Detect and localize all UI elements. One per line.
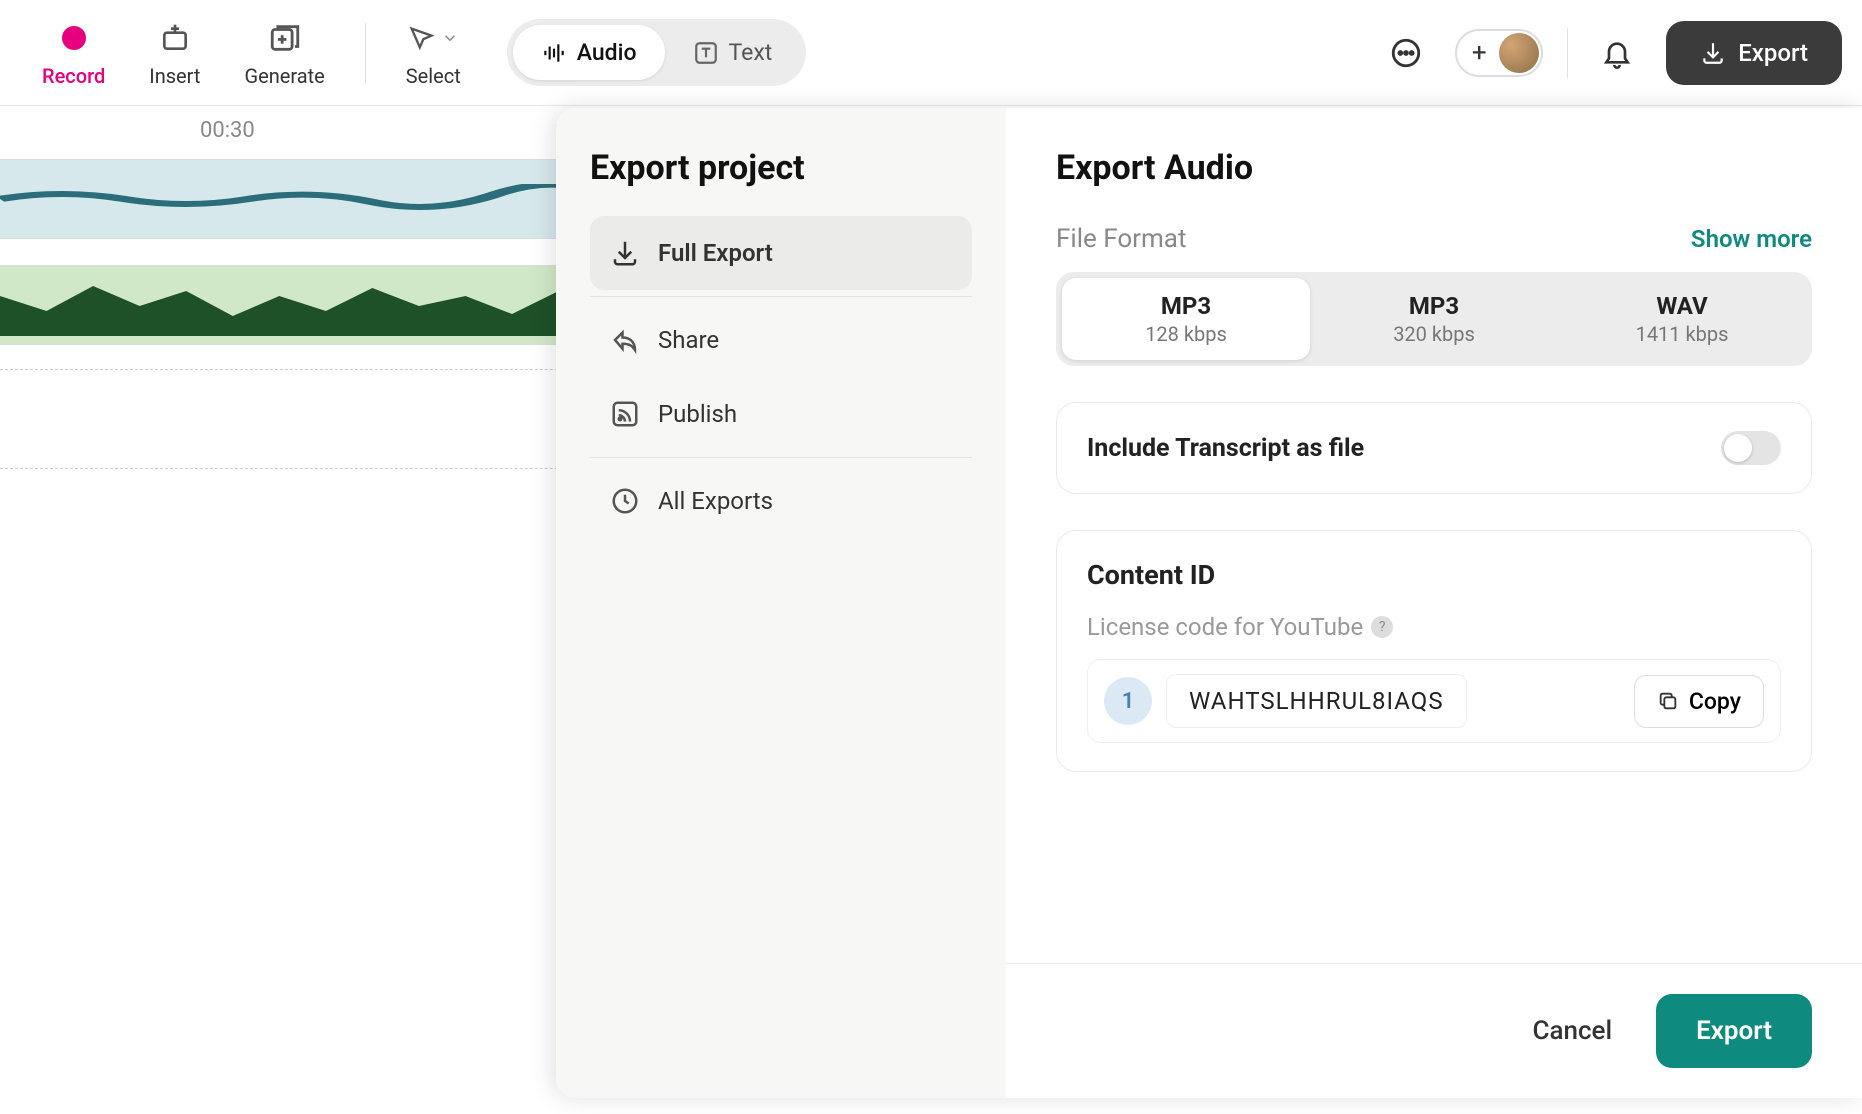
export-audio-title: Export Audio xyxy=(1056,148,1812,188)
format-mp3-128[interactable]: MP3 128 kbps xyxy=(1062,278,1310,360)
export-confirm-button[interactable]: Export xyxy=(1656,994,1812,1068)
file-format-selector: MP3 128 kbps MP3 320 kbps WAV 1411 kbps xyxy=(1056,272,1812,366)
notifications-button[interactable] xyxy=(1592,28,1642,78)
panel-footer: Cancel Export xyxy=(1006,963,1862,1098)
export-button[interactable]: Export xyxy=(1666,21,1842,85)
license-row: 1 WAHTSLHHRUL8IAQS Copy xyxy=(1087,659,1781,743)
audio-waveform-icon xyxy=(541,40,567,66)
show-more-button[interactable]: Show more xyxy=(1691,225,1812,253)
select-label: Select xyxy=(406,64,461,88)
audio-mode-label: Audio xyxy=(577,39,637,66)
license-code: WAHTSLHHRUL8IAQS xyxy=(1166,674,1467,728)
license-index-badge: 1 xyxy=(1104,677,1152,725)
file-format-label: File Format xyxy=(1056,224,1186,254)
export-panel: Export project Full Export Share Publish… xyxy=(556,108,1862,1098)
publish-icon xyxy=(610,399,640,429)
format-rate: 1411 kbps xyxy=(1636,322,1729,346)
format-name: MP3 xyxy=(1161,292,1211,320)
insert-label: Insert xyxy=(149,64,200,88)
export-panel-title: Export project xyxy=(590,148,972,188)
toolbar-right: + Export xyxy=(1381,21,1842,85)
copy-icon xyxy=(1657,690,1679,712)
insert-button[interactable]: Insert xyxy=(127,18,222,88)
nav-all-exports[interactable]: All Exports xyxy=(590,464,972,538)
top-toolbar: Record Insert Generate Select Audio Text xyxy=(0,0,1862,106)
export-panel-sidebar: Export project Full Export Share Publish… xyxy=(556,108,1006,1098)
content-id-title: Content ID xyxy=(1087,559,1781,591)
copy-button-label: Copy xyxy=(1689,688,1741,715)
generate-button[interactable]: Generate xyxy=(222,18,346,88)
history-icon xyxy=(610,486,640,516)
include-transcript-card: Include Transcript as file xyxy=(1056,402,1812,494)
format-name: WAV xyxy=(1656,292,1707,320)
nav-full-export[interactable]: Full Export xyxy=(590,216,972,290)
download-icon xyxy=(610,238,640,268)
bell-icon xyxy=(1601,37,1633,69)
generate-icon xyxy=(268,21,302,55)
add-collaborator-icon: + xyxy=(1459,33,1499,73)
toolbar-divider xyxy=(365,23,366,83)
help-icon[interactable]: ? xyxy=(1371,616,1393,638)
nav-share-label: Share xyxy=(658,326,719,354)
insert-icon xyxy=(159,22,191,54)
nav-separator xyxy=(590,457,972,458)
chat-button[interactable] xyxy=(1381,28,1431,78)
download-icon xyxy=(1700,40,1726,66)
user-avatar xyxy=(1499,33,1539,73)
audio-mode-button[interactable]: Audio xyxy=(513,25,665,80)
format-rate: 128 kbps xyxy=(1145,322,1227,346)
toggle-knob xyxy=(1724,434,1752,462)
text-mode-button[interactable]: Text xyxy=(665,25,801,80)
nav-publish[interactable]: Publish xyxy=(590,377,972,451)
nav-share[interactable]: Share xyxy=(590,303,972,377)
chevron-down-icon xyxy=(441,29,459,47)
share-icon xyxy=(610,325,640,355)
record-label: Record xyxy=(42,64,105,88)
time-mark: 00:30 xyxy=(200,118,255,143)
license-label-text: License code for YouTube xyxy=(1087,613,1363,641)
export-button-label: Export xyxy=(1738,39,1808,67)
include-transcript-toggle[interactable] xyxy=(1721,431,1781,465)
format-mp3-320[interactable]: MP3 320 kbps xyxy=(1310,278,1558,360)
select-button[interactable]: Select xyxy=(384,18,483,88)
collaborators[interactable]: + xyxy=(1455,29,1543,77)
text-mode-label: Text xyxy=(729,39,773,66)
chat-icon xyxy=(1389,36,1423,70)
format-rate: 320 kbps xyxy=(1393,322,1475,346)
nav-all-exports-label: All Exports xyxy=(658,487,773,515)
nav-publish-label: Publish xyxy=(658,400,737,428)
format-name: MP3 xyxy=(1409,292,1459,320)
cancel-button[interactable]: Cancel xyxy=(1519,998,1627,1064)
cursor-icon xyxy=(407,22,435,54)
nav-full-export-label: Full Export xyxy=(658,239,773,267)
export-panel-content: Export Audio File Format Show more MP3 1… xyxy=(1006,108,1862,1098)
text-icon xyxy=(693,40,719,66)
format-wav[interactable]: WAV 1411 kbps xyxy=(1558,278,1806,360)
content-id-card: Content ID License code for YouTube ? 1 … xyxy=(1056,530,1812,772)
generate-label: Generate xyxy=(244,64,324,88)
copy-button[interactable]: Copy xyxy=(1634,675,1764,728)
mode-toggle: Audio Text xyxy=(507,19,807,86)
include-transcript-label: Include Transcript as file xyxy=(1087,434,1364,463)
license-label: License code for YouTube ? xyxy=(1087,613,1781,641)
nav-separator xyxy=(590,296,972,297)
file-format-header: File Format Show more xyxy=(1056,224,1812,254)
record-button[interactable]: Record xyxy=(20,18,127,88)
toolbar-right-divider xyxy=(1567,28,1568,78)
record-icon xyxy=(60,24,88,52)
